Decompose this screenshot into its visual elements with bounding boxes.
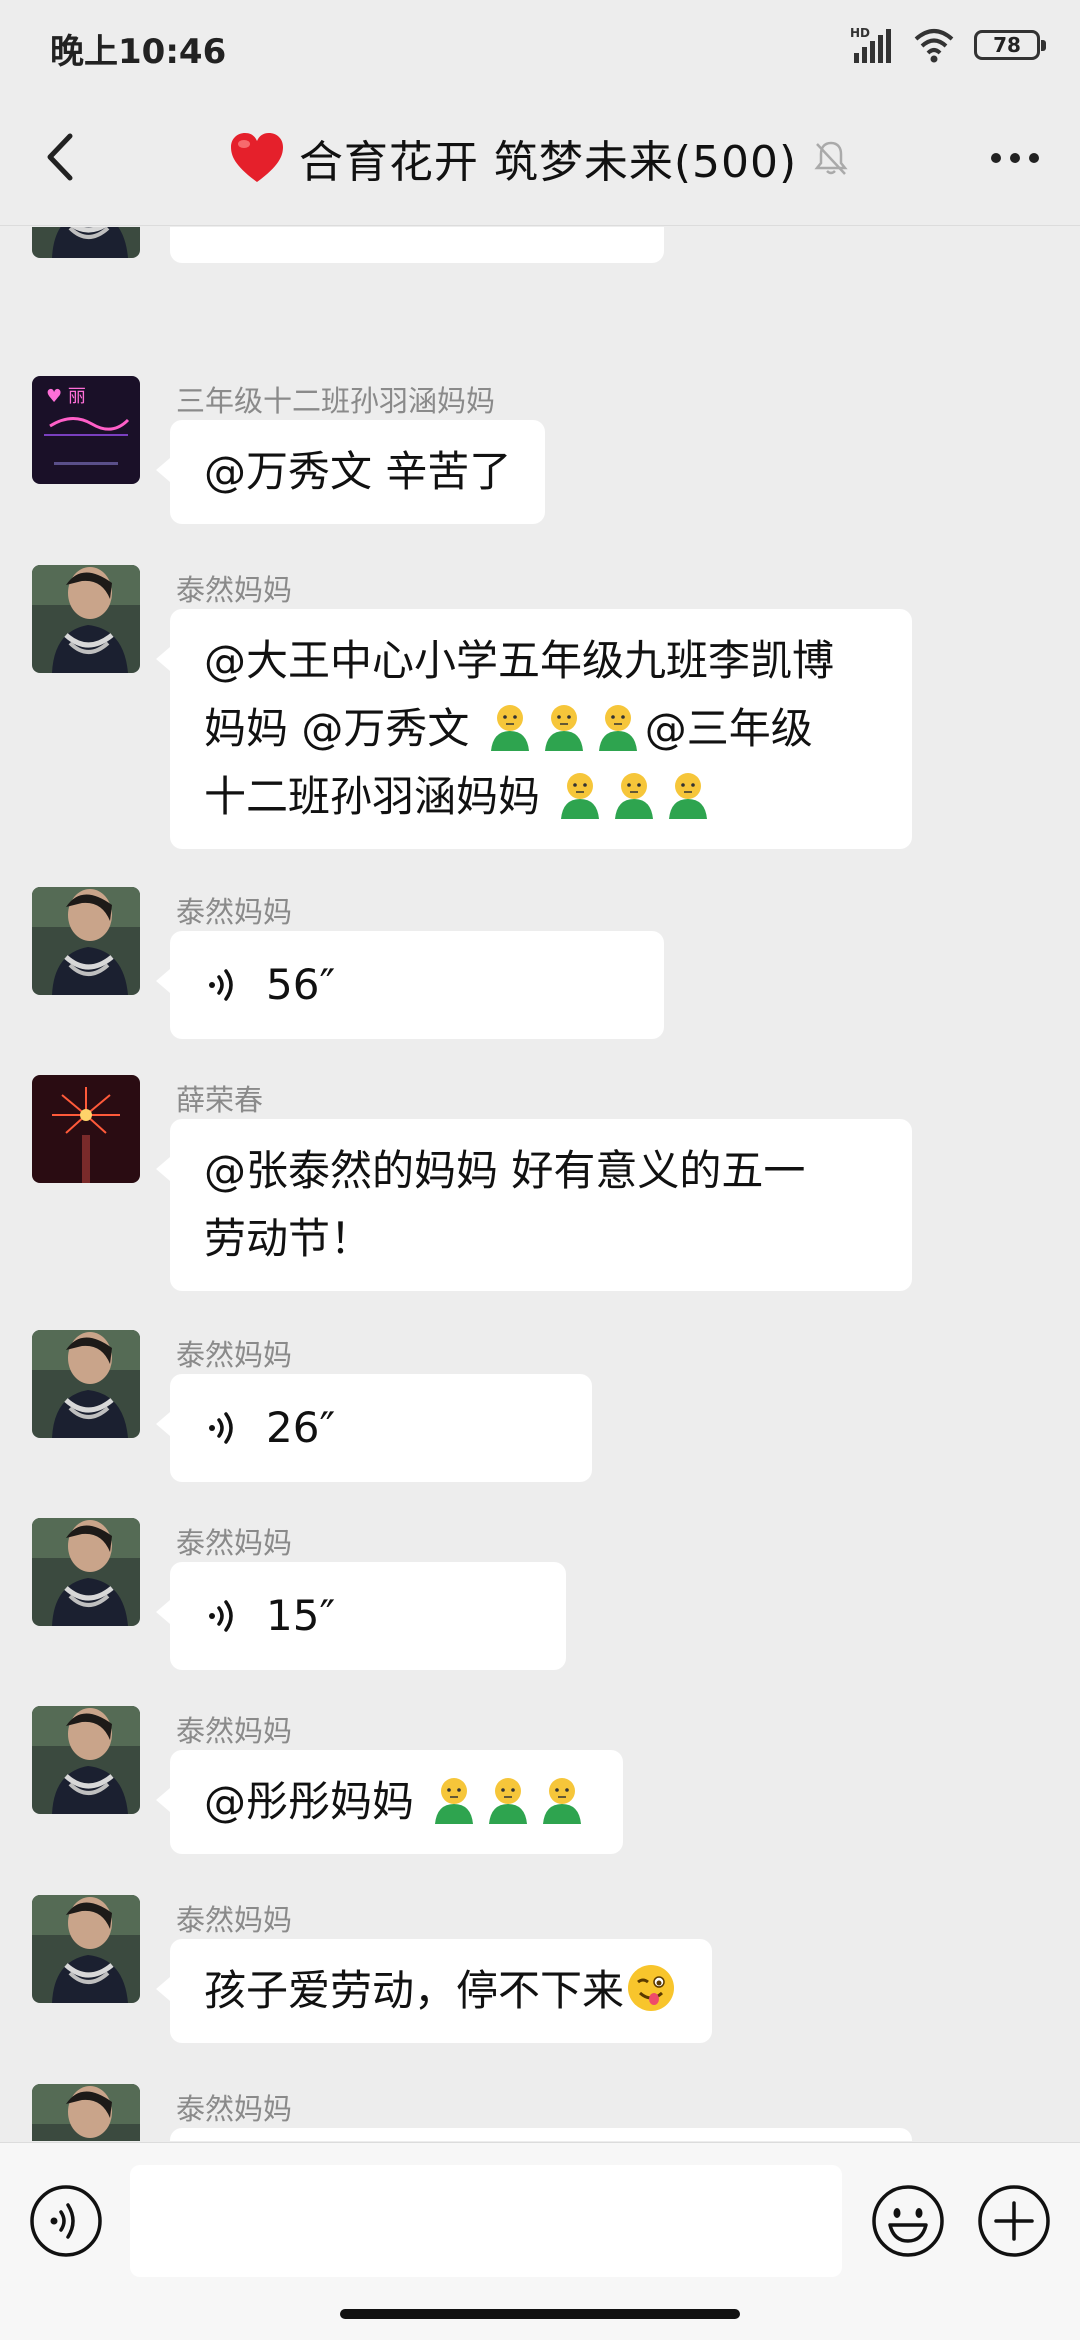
sender-name: 泰然妈妈 (176, 573, 293, 607)
avatar[interactable] (32, 1075, 140, 1183)
avatar[interactable] (32, 1330, 140, 1438)
chat-message-list[interactable]: 54″ 三年级十二班孙羽涵妈妈 @万秀文 辛苦了 泰然妈妈 @大王中心小学五年级… (0, 227, 1080, 2141)
voice-playback-icon (204, 965, 244, 1005)
message-line: @张泰然的妈妈 好有意义的五一 (204, 1146, 806, 1195)
voice-message-bubble[interactable]: 26″ (156, 1374, 592, 1482)
status-time: 晚上10:46 (50, 32, 227, 72)
sender-name: 泰然妈妈 (176, 1338, 293, 1372)
text-message-bubble[interactable]: @大王中心小学五年级九班李凯博 妈妈 @万秀文 @三年级 十二班孙羽涵妈妈 (156, 609, 912, 849)
chat-header: 合育花开 筑梦未来(500) (0, 92, 1080, 226)
message-input[interactable] (130, 2165, 842, 2277)
sender-name: 泰然妈妈 (176, 2092, 293, 2126)
avatar[interactable] (32, 1895, 140, 2003)
person-emoji-icon (539, 701, 589, 751)
status-icons: HD 78 (848, 22, 1046, 68)
network-label: HD (850, 26, 870, 40)
message-line: 妈妈 @万秀文 (204, 704, 483, 753)
voice-message-bubble[interactable]: 56″ (156, 931, 664, 1039)
voice-playback-icon (204, 227, 244, 229)
sender-name: 泰然妈妈 (176, 1714, 293, 1748)
message-line-with-emoji: 妈妈 @万秀文 @三年级 (204, 695, 878, 763)
emoji-button[interactable] (870, 2183, 946, 2259)
avatar[interactable] (32, 565, 140, 673)
message-text: 孩子爱劳动，停不下来 (204, 1966, 625, 2015)
avatar[interactable] (32, 1518, 140, 1626)
wink-emoji-icon (626, 1963, 676, 2013)
signal-icon: HD (850, 26, 891, 63)
message-line: 劳动节！ (204, 1214, 373, 1263)
person-emoji-icon (537, 1774, 587, 1824)
voice-duration: 15″ (266, 1591, 336, 1640)
voice-duration: 56″ (266, 960, 336, 1009)
person-emoji-icon (555, 769, 605, 819)
person-emoji-icon (593, 701, 643, 751)
text-message-bubble[interactable]: @万秀文 辛苦了 (155, 420, 546, 524)
avatar[interactable] (32, 2084, 140, 2141)
person-emoji-icon (483, 1774, 533, 1824)
message-inline-text: @三年级 (644, 704, 813, 753)
message-line-with-emoji: 十二班孙羽涵妈妈 (204, 763, 878, 831)
voice-duration: 54″ (266, 227, 335, 245)
text-message-bubble[interactable]: @彤彤妈妈 (155, 1750, 624, 1854)
voice-message-bubble[interactable]: 15″ (156, 1562, 566, 1670)
home-indicator[interactable] (340, 2309, 740, 2319)
voice-playback-icon (204, 1408, 244, 1448)
text-message-bubble[interactable] (170, 2128, 912, 2141)
person-emoji-icon (663, 769, 713, 819)
more-actions-plus-button[interactable] (976, 2183, 1052, 2259)
sender-name: 泰然妈妈 (176, 1903, 293, 1937)
text-message-bubble[interactable]: 孩子爱劳动，停不下来 (155, 1939, 713, 2043)
message-line: 十二班孙羽涵妈妈 (204, 772, 554, 821)
voice-duration: 26″ (266, 1403, 336, 1452)
message-text: @彤彤妈妈 (204, 1777, 428, 1826)
heart-emoji-icon (230, 133, 283, 182)
person-emoji-icon (609, 769, 659, 819)
text-message-bubble[interactable]: @张泰然的妈妈 好有意义的五一 劳动节！ (156, 1119, 912, 1291)
header-title-group[interactable]: 合育花开 筑梦未来(500) (0, 126, 1080, 190)
chat-title: 合育花开 筑梦未来(500) (298, 137, 798, 188)
sender-name: 三年级十二班孙羽涵妈妈 (176, 384, 496, 418)
person-emoji-icon (429, 1774, 479, 1824)
sender-name: 泰然妈妈 (176, 895, 293, 929)
avatar[interactable] (32, 1706, 140, 1814)
battery-indicator: 78 (974, 30, 1046, 60)
status-bar: 晚上10:46 HD 78 (0, 0, 1080, 92)
sender-name: 泰然妈妈 (176, 1526, 293, 1560)
more-options-button[interactable] (980, 128, 1050, 188)
voice-playback-icon (204, 1596, 244, 1636)
message-text: @万秀文 辛苦了 (204, 447, 512, 496)
avatar[interactable] (32, 227, 140, 258)
person-emoji-icon (485, 701, 535, 751)
avatar[interactable] (32, 887, 140, 995)
voice-input-button[interactable] (28, 2183, 104, 2259)
avatar[interactable] (32, 376, 140, 484)
message-line: @大王中心小学五年级九班李凯博 (204, 636, 835, 685)
mute-bell-icon (814, 141, 848, 175)
sender-name: 薛荣春 (176, 1083, 264, 1117)
wifi-icon (914, 29, 954, 63)
voice-message-bubble[interactable]: 54″ (170, 227, 664, 263)
